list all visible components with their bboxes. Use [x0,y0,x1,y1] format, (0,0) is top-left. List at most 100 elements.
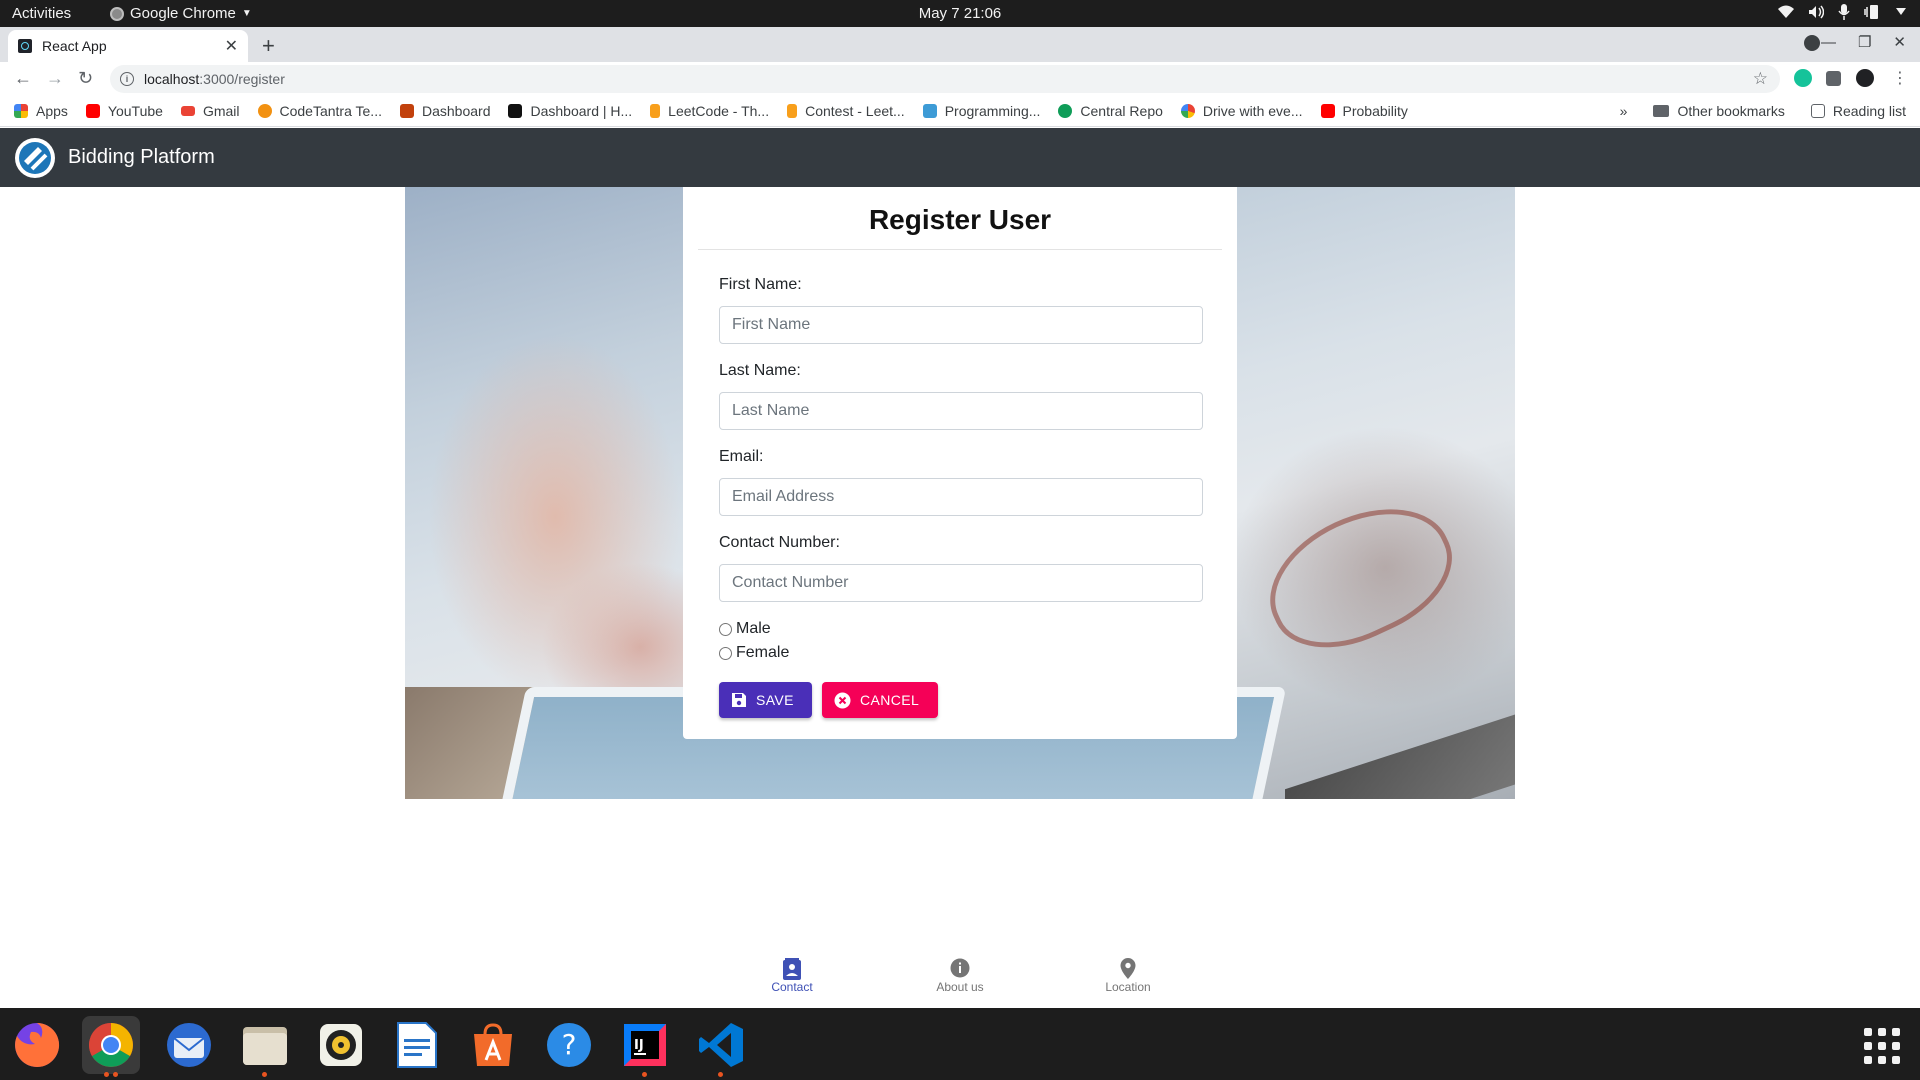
central-repo-icon [1058,103,1073,118]
bookmark-label: Programming... [944,102,1041,119]
bottom-nav-contact-label: Contact [771,980,813,994]
extensions-puzzle-icon[interactable] [1826,71,1841,86]
running-indicator [642,1072,647,1077]
bookmark-gmail[interactable]: Gmail [180,102,240,119]
cancel-circle-icon [834,692,851,709]
bottom-nav-contact[interactable]: Contact [732,958,852,994]
title-divider [698,249,1222,250]
intellij-icon[interactable]: IJ [616,1016,674,1077]
floppy-disk-icon [731,692,747,708]
browser-tab-strip: React App ✕ + — ❐ ✕ [0,27,1920,62]
brand-logo-icon[interactable] [15,137,55,178]
bookmark-leetcode-contest[interactable]: Contest - Leet... [787,103,905,119]
location-pin-icon [1068,958,1188,980]
email-input[interactable] [719,478,1203,516]
software-center-icon[interactable] [464,1016,522,1074]
app-menu[interactable]: Google Chrome ▼ [110,5,252,22]
vscode-icon[interactable] [692,1016,750,1077]
contact-number-input[interactable] [719,564,1203,602]
bookmark-star-icon[interactable]: ☆ [1753,69,1768,89]
contact-number-label: Contact Number: [719,534,840,551]
bookmark-label: Central Repo [1080,102,1163,119]
svg-text:IJ: IJ [634,1038,644,1053]
tab-title: React App [42,38,107,54]
activities-button[interactable]: Activities [12,5,71,22]
brand-title[interactable]: Bidding Platform [68,146,215,169]
bookmark-label: Gmail [202,102,240,119]
react-favicon-icon [18,39,32,53]
close-window-icon[interactable]: ✕ [1893,33,1906,51]
chrome-icon[interactable] [82,1016,140,1077]
reading-list-label: Reading list [1832,103,1906,119]
bookmark-label: Dashboard | H... [530,102,633,119]
help-icon[interactable]: ? [540,1016,598,1074]
female-radio-button[interactable] [719,646,732,660]
address-bar[interactable]: i localhost:3000/register ☆ [110,65,1780,93]
save-button[interactable]: SAVE [719,682,812,718]
first-name-input[interactable] [719,306,1203,344]
tab-close-icon[interactable]: ✕ [225,36,238,56]
libreoffice-writer-icon[interactable] [388,1016,446,1074]
bottom-navigation: Contact About us Location [0,950,1920,1008]
bookmark-hackerrank[interactable]: Dashboard | H... [508,103,632,119]
forward-arrow-icon[interactable]: → [46,68,64,89]
browser-toolbar: ← → ↻ i localhost:3000/register ☆ ⋮ [0,62,1920,95]
rhythmbox-icon[interactable] [312,1016,370,1074]
chrome-menu-icon[interactable]: ⋮ [1892,68,1908,88]
new-tab-button[interactable]: + [262,33,275,59]
bookmark-label: Apps [36,102,68,119]
bookmark-label: LeetCode - Th... [668,102,770,119]
running-indicator [262,1072,267,1077]
system-tray[interactable] [1778,4,1906,20]
bookmark-label: Contest - Leet... [805,102,905,119]
dashboard-icon [399,103,414,118]
gender-option-female[interactable]: Female [719,644,789,662]
bookmark-dashboard[interactable]: Dashboard [399,103,490,119]
bookmark-probability[interactable]: Probability [1320,103,1408,119]
firefox-icon[interactable] [8,1016,66,1074]
bookmark-drive[interactable]: Drive with eve... [1180,103,1303,119]
bookmark-programming[interactable]: Programming... [922,102,1041,119]
more-bookmarks-button[interactable]: » [1620,103,1628,119]
form-title: Register User [868,204,1052,235]
gender-option-male[interactable]: Male [719,620,771,638]
volume-icon [1809,5,1824,19]
bookmark-leetcode[interactable]: LeetCode - Th... [650,103,769,119]
register-form-card: Register User First Name: Last Name: Ema… [683,187,1237,739]
tab-search-icon[interactable] [1804,35,1820,51]
bottom-nav-location[interactable]: Location [1068,958,1188,994]
window-controls: — ❐ ✕ [1821,33,1906,52]
hero-desk-edge [1285,704,1515,799]
other-bookmarks-folder[interactable]: Other bookmarks [1653,103,1785,119]
save-button-label: SAVE [756,692,794,708]
male-radio-button[interactable] [719,622,732,636]
folder-icon [1653,105,1670,117]
reload-icon[interactable]: ↻ [78,68,93,89]
bookmark-central-repo[interactable]: Central Repo [1058,103,1163,119]
wifi-icon [1778,5,1794,18]
system-clock[interactable]: May 7 21:06 [0,5,1920,22]
reading-list-button[interactable]: Reading list [1810,103,1906,119]
profile-avatar-icon[interactable] [1856,69,1874,87]
maximize-icon[interactable]: ❐ [1858,33,1871,51]
back-arrow-icon[interactable]: ← [14,68,32,89]
cancel-button[interactable]: CANCEL [822,682,938,718]
last-name-input[interactable] [719,392,1203,430]
leetcode-icon [650,103,661,118]
bottom-nav-about[interactable]: About us [900,958,1020,994]
files-icon[interactable] [236,1016,294,1077]
browser-tab[interactable]: React App ✕ [8,30,248,62]
thunderbird-icon[interactable] [160,1016,218,1074]
show-applications-icon[interactable] [1864,1028,1900,1064]
bookmark-youtube[interactable]: YouTube [85,103,163,119]
site-info-icon[interactable]: i [120,72,134,86]
running-indicator [104,1072,109,1077]
grammarly-extension-icon[interactable] [1794,69,1812,87]
minimize-icon[interactable]: — [1821,34,1836,51]
hackerrank-icon [508,103,523,118]
url-path: :3000/register [199,71,285,87]
bookmark-apps[interactable]: Apps [14,103,68,119]
running-indicator [113,1072,118,1077]
contact-icon [732,958,852,980]
bookmark-codetantra[interactable]: CodeTantra Te... [257,103,382,119]
